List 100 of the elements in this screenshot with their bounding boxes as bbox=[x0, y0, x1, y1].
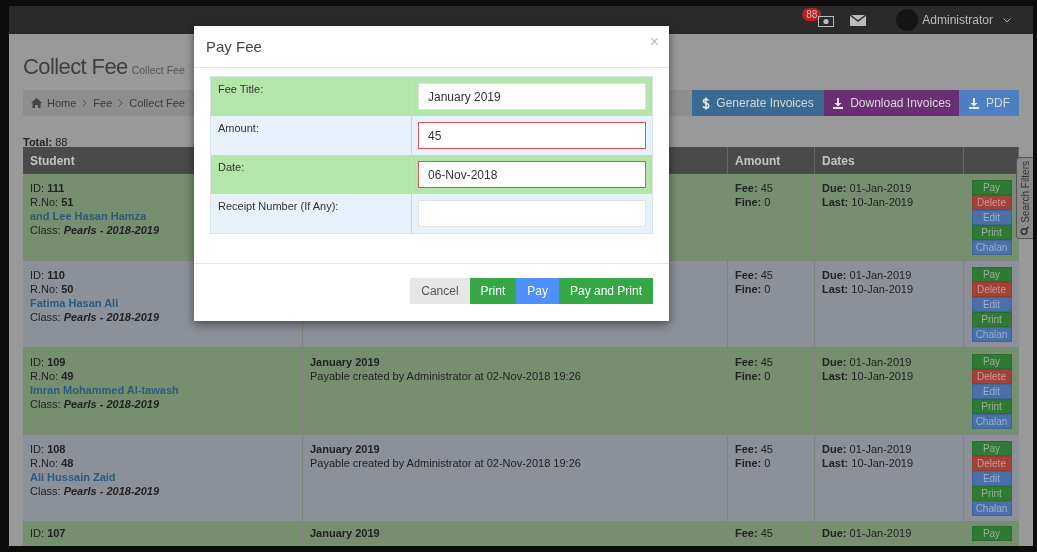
breadcrumb-link[interactable]: Home bbox=[31, 97, 77, 109]
student-name-link[interactable]: and Lee Hasan Hamza bbox=[30, 209, 147, 223]
row-action-button[interactable]: Delete bbox=[971, 282, 1012, 297]
page-subtitle: Collect Fee bbox=[131, 64, 185, 76]
row-action-button[interactable]: Print bbox=[971, 399, 1012, 414]
row-action-button[interactable]: Delete bbox=[971, 369, 1012, 384]
last-date: Last: 10-Jan-2019 bbox=[822, 282, 914, 296]
class-name: Pearls - 2018-2019 bbox=[63, 224, 160, 236]
field-label: Date: bbox=[218, 161, 245, 173]
row-action-button[interactable]: Chalan bbox=[971, 240, 1012, 255]
input-field[interactable] bbox=[418, 200, 646, 227]
student-id: ID: 107 bbox=[30, 526, 66, 540]
total-count: Total: 88 bbox=[23, 136, 69, 149]
row-action-button[interactable]: Delete bbox=[971, 456, 1012, 471]
toolbar-button[interactable]: Generate Invoices bbox=[692, 90, 824, 116]
row-action-button[interactable]: Chalan bbox=[971, 414, 1012, 429]
row-action-button[interactable]: Edit bbox=[971, 210, 1012, 225]
input-field[interactable]: 06-Nov-2018 bbox=[418, 161, 646, 188]
fee-title: January 2019 bbox=[310, 526, 380, 540]
roll-number: R.No: 49 bbox=[30, 369, 74, 383]
payable-note: Payable created by Administrator at 02-Nov-2018 19:26 bbox=[310, 456, 581, 470]
modal-title: Pay Fee bbox=[206, 38, 262, 55]
class-name: Pearls - 2018-2019 bbox=[63, 398, 160, 410]
row-action-button[interactable]: Chalan bbox=[971, 501, 1012, 516]
breadcrumb-link[interactable]: Fee bbox=[93, 97, 113, 109]
class-label: Class: bbox=[30, 224, 61, 236]
student-id: ID: 109 bbox=[30, 355, 66, 369]
download-icon bbox=[832, 97, 845, 109]
fee-amount: Fee: 45 bbox=[735, 526, 773, 540]
roll-number: R.No: 50 bbox=[30, 282, 74, 296]
payable-note: Payable created by Administrator at 02-Nov-2018 19:26 bbox=[310, 369, 581, 383]
row-action-button[interactable]: Pay bbox=[971, 180, 1012, 195]
column-header: Amount bbox=[735, 153, 781, 168]
class-label: Class: bbox=[30, 311, 61, 323]
modal-button[interactable]: Print bbox=[469, 278, 517, 304]
row-action-button[interactable]: Pay bbox=[971, 354, 1012, 369]
chevron-icon bbox=[118, 99, 124, 107]
row-action-button[interactable]: Print bbox=[971, 312, 1012, 327]
due-date: Due: 01-Jan-2019 bbox=[822, 526, 912, 540]
row-action-button[interactable]: Print bbox=[971, 225, 1012, 240]
class-name: Pearls - 2018-2019 bbox=[63, 311, 160, 323]
last-date: Last: 10-Jan-2019 bbox=[822, 195, 914, 209]
page-title: Collect Fee bbox=[23, 54, 128, 80]
class-label: Class: bbox=[30, 398, 61, 410]
row-action-button[interactable]: Pay bbox=[971, 441, 1012, 456]
row-action-button[interactable]: Pay bbox=[971, 526, 1012, 541]
user-menu[interactable]: Administrator bbox=[896, 9, 1011, 31]
modal-button[interactable]: Pay bbox=[516, 278, 559, 304]
modal-button[interactable]: Pay and Print bbox=[558, 278, 653, 304]
modal-button[interactable]: Cancel bbox=[410, 278, 470, 304]
toolbar-button[interactable]: Download Invoices bbox=[824, 90, 959, 116]
row-action-button[interactable]: Chalan bbox=[971, 327, 1012, 342]
due-date: Due: 01-Jan-2019 bbox=[822, 268, 912, 282]
caret-icon bbox=[1003, 17, 1011, 23]
roll-number: R.No: 51 bbox=[30, 195, 74, 209]
fee-amount: Fee: 45 bbox=[735, 268, 773, 282]
fine-amount: Fine: 0 bbox=[735, 456, 771, 470]
last-date: Last: 10-Jan-2019 bbox=[822, 369, 914, 383]
student-name-link[interactable]: Imran Mohammed Al-tawash bbox=[30, 383, 179, 397]
breadcrumb-link[interactable]: Collect Fee bbox=[129, 97, 185, 109]
student-id: ID: 108 bbox=[30, 442, 66, 456]
row-action-button[interactable]: Edit bbox=[971, 384, 1012, 399]
fine-amount: Fine: 0 bbox=[735, 282, 771, 296]
field-label: Amount: bbox=[218, 122, 259, 134]
fee-amount: Fee: 45 bbox=[735, 355, 773, 369]
fee-title: January 2019 bbox=[310, 355, 380, 369]
fine-amount: Fine: 0 bbox=[735, 195, 771, 209]
mail-icon bbox=[850, 14, 867, 26]
fee-amount: Fee: 45 bbox=[735, 181, 773, 195]
due-date: Due: 01-Jan-2019 bbox=[822, 442, 912, 456]
row-action-button[interactable]: Pay bbox=[971, 267, 1012, 282]
fine-amount: Fine: 0 bbox=[735, 369, 771, 383]
due-date: Due: 01-Jan-2019 bbox=[822, 181, 912, 195]
dollar-icon bbox=[702, 96, 711, 110]
row-action-button[interactable]: Print bbox=[971, 486, 1012, 501]
column-header: Dates bbox=[822, 153, 855, 168]
student-id: ID: 110 bbox=[30, 268, 65, 282]
toolbar-button[interactable]: PDF bbox=[959, 90, 1019, 116]
home-icon bbox=[31, 98, 42, 108]
student-id: ID: 111 bbox=[30, 181, 65, 195]
fee-title: January 2019 bbox=[310, 442, 380, 456]
input-field[interactable]: 45 bbox=[418, 122, 646, 149]
field-label: Fee Title: bbox=[218, 83, 264, 95]
due-date: Due: 01-Jan-2019 bbox=[822, 355, 912, 369]
input-field[interactable]: January 2019 bbox=[418, 83, 646, 110]
class-label: Class: bbox=[30, 485, 61, 497]
column-header: Student bbox=[30, 153, 75, 168]
notification-badge: 88 bbox=[802, 8, 822, 21]
row-action-button[interactable]: Delete bbox=[971, 195, 1012, 210]
download-icon bbox=[968, 97, 980, 109]
chevron-icon bbox=[82, 99, 88, 107]
student-name-link[interactable]: Fatima Hasan Ali bbox=[30, 296, 119, 310]
roll-number: R.No: 48 bbox=[30, 456, 74, 470]
student-name-link[interactable]: Ali Hussain Zaid bbox=[30, 470, 116, 484]
row-action-button[interactable]: Edit bbox=[971, 471, 1012, 486]
search-filters-tab[interactable]: Search Filters bbox=[1016, 157, 1033, 239]
close-button[interactable]: × bbox=[649, 32, 659, 51]
row-action-button[interactable]: Edit bbox=[971, 297, 1012, 312]
field-label: Receipt Number (If Any): bbox=[218, 200, 339, 212]
fee-amount: Fee: 45 bbox=[735, 442, 773, 456]
